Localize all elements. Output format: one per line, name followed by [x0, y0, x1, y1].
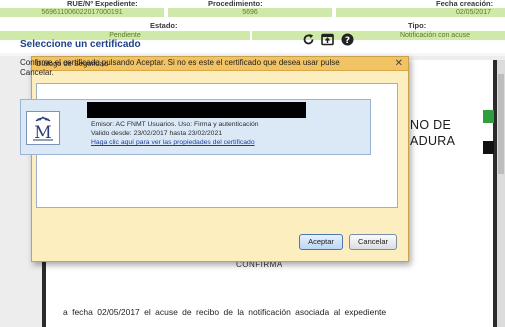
- tipo-label: Tipo:: [408, 21, 427, 30]
- document-body-text: a fecha 02/05/2017 el acuse de recibo de…: [63, 307, 387, 317]
- svg-text:?: ?: [345, 36, 350, 46]
- certificate-issuer: Emisor: AC FNMT Usuarios. Uso: Firma y a…: [91, 121, 259, 128]
- estado-label: Estado:: [150, 21, 178, 30]
- document-green-mark: [483, 110, 494, 123]
- refresh-icon[interactable]: [302, 33, 315, 46]
- close-icon[interactable]: ✕: [395, 57, 403, 70]
- export-icon[interactable]: [321, 33, 335, 46]
- procedimiento-value: 5696: [168, 8, 332, 17]
- scrollbar-thumb[interactable]: [498, 74, 504, 174]
- expediente-value: 569611006022017000191: [0, 8, 164, 17]
- help-icon[interactable]: ?: [341, 33, 354, 46]
- dialog-heading: Seleccione un certificado: [20, 39, 141, 50]
- dialog-toolbar: ?: [302, 33, 356, 47]
- certificate-validity: Valido desde: 23/02/2017 hasta 23/02/202…: [91, 130, 223, 137]
- certificate-item[interactable]: M Emisor: AC FNMT Usuarios. Uso: Firma y…: [20, 99, 371, 155]
- fnmt-logo-icon: M: [26, 111, 60, 145]
- expediente-label: RUE/Nº Expediente:: [67, 0, 138, 8]
- fecha-value: 02/05/2017: [336, 8, 505, 17]
- document-heading-line2: ADURA: [410, 134, 456, 148]
- document-heading-line1: NO DE: [410, 118, 452, 132]
- cancel-button[interactable]: Cancelar: [349, 234, 397, 250]
- certificate-owner-redacted: [87, 102, 306, 118]
- dialog-instructions: Confirme el certificado pulsando Aceptar…: [20, 58, 340, 77]
- accept-button[interactable]: Aceptar: [299, 234, 343, 250]
- document-scrollbar[interactable]: [497, 60, 505, 327]
- tipo-value: Notificación con acuse: [252, 31, 505, 40]
- fecha-label: Fecha creación:: [436, 0, 494, 8]
- certificate-properties-link[interactable]: Haga clic aquí para ver las propiedades …: [91, 139, 255, 146]
- document-black-mark: [483, 141, 494, 154]
- security-dialog: Diálogo de Seguridad ✕: [31, 56, 409, 262]
- procedimiento-label: Procedimiento:: [208, 0, 263, 8]
